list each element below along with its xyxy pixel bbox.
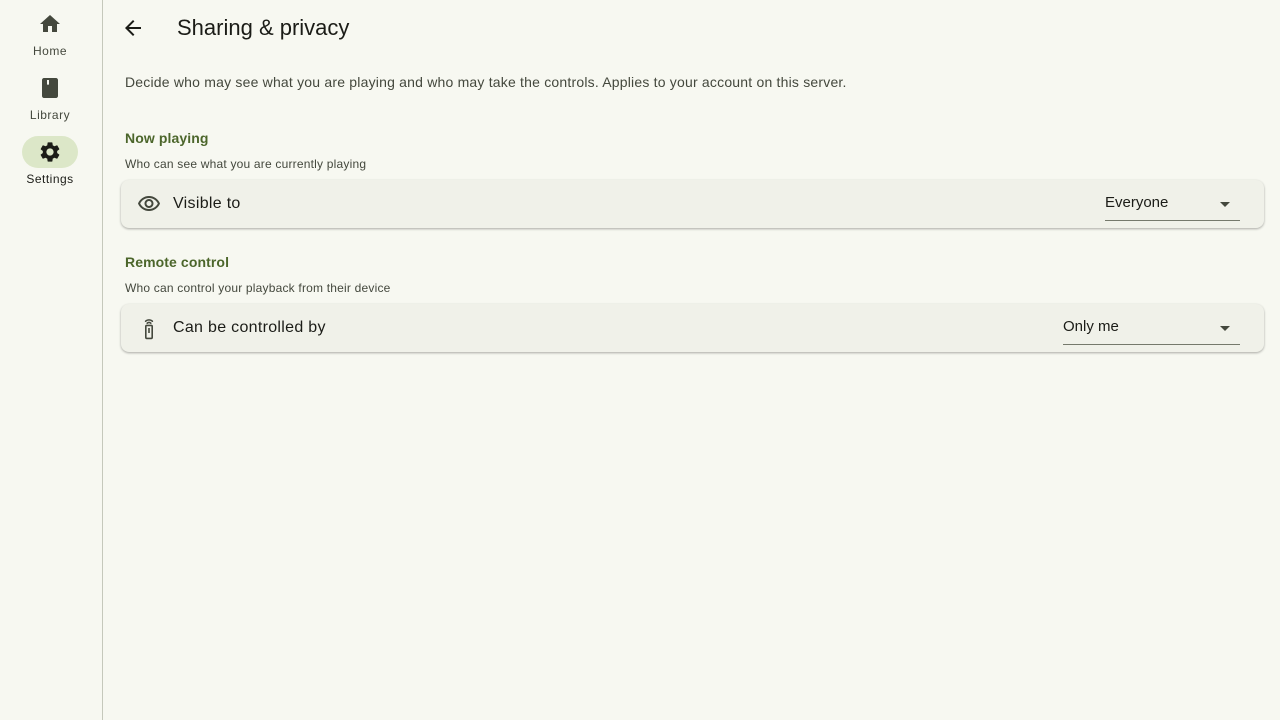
nav-item-home[interactable]: Home [0,8,100,64]
section-title-now-playing: Now playing [125,130,209,146]
home-icon [40,15,60,32]
nav-item-settings[interactable]: Settings [0,136,100,192]
section-subtitle-remote-control: Who can control your playback from their… [125,281,391,295]
nav-label-settings: Settings [26,172,74,186]
eye-icon [137,192,161,216]
controlled-by-label: Can be controlled by [173,319,326,336]
section-title-remote-control: Remote control [125,254,230,270]
controlled-by-select[interactable]: Only me [1063,312,1240,345]
nav-label-home: Home [32,44,67,58]
chevron-down-icon [1220,326,1230,331]
settings-page: Sharing & privacy Decide who may see wha… [103,0,1280,720]
page-title: Sharing & privacy [177,15,350,40]
arrow-back-icon [125,20,141,36]
remote-control-setting-row: Can be controlled by Only me [121,304,1264,352]
visible-to-select[interactable]: Everyone [1105,188,1240,221]
visible-to-label: Visible to [173,195,241,212]
section-subtitle-now-playing: Who can see what you are currently playi… [125,157,367,171]
page-description: Decide who may see what you are playing … [125,74,847,90]
nav-indicator-library [22,72,78,104]
book-icon [42,78,58,98]
nav-label-library: Library [29,108,71,122]
gear-icon [40,142,60,162]
nav-indicator-settings [22,136,78,168]
remote-icon [137,316,161,340]
chevron-down-icon [1220,202,1230,207]
back-button[interactable] [113,8,153,48]
visibility-setting-row: Visible to Everyone [121,180,1264,228]
nav-item-library[interactable]: Library [0,72,100,128]
nav-indicator-home [22,8,78,40]
visible-to-value: Everyone [1105,194,1169,211]
navigation-rail: Home Library Settings [0,0,103,720]
controlled-by-value: Only me [1063,318,1119,335]
